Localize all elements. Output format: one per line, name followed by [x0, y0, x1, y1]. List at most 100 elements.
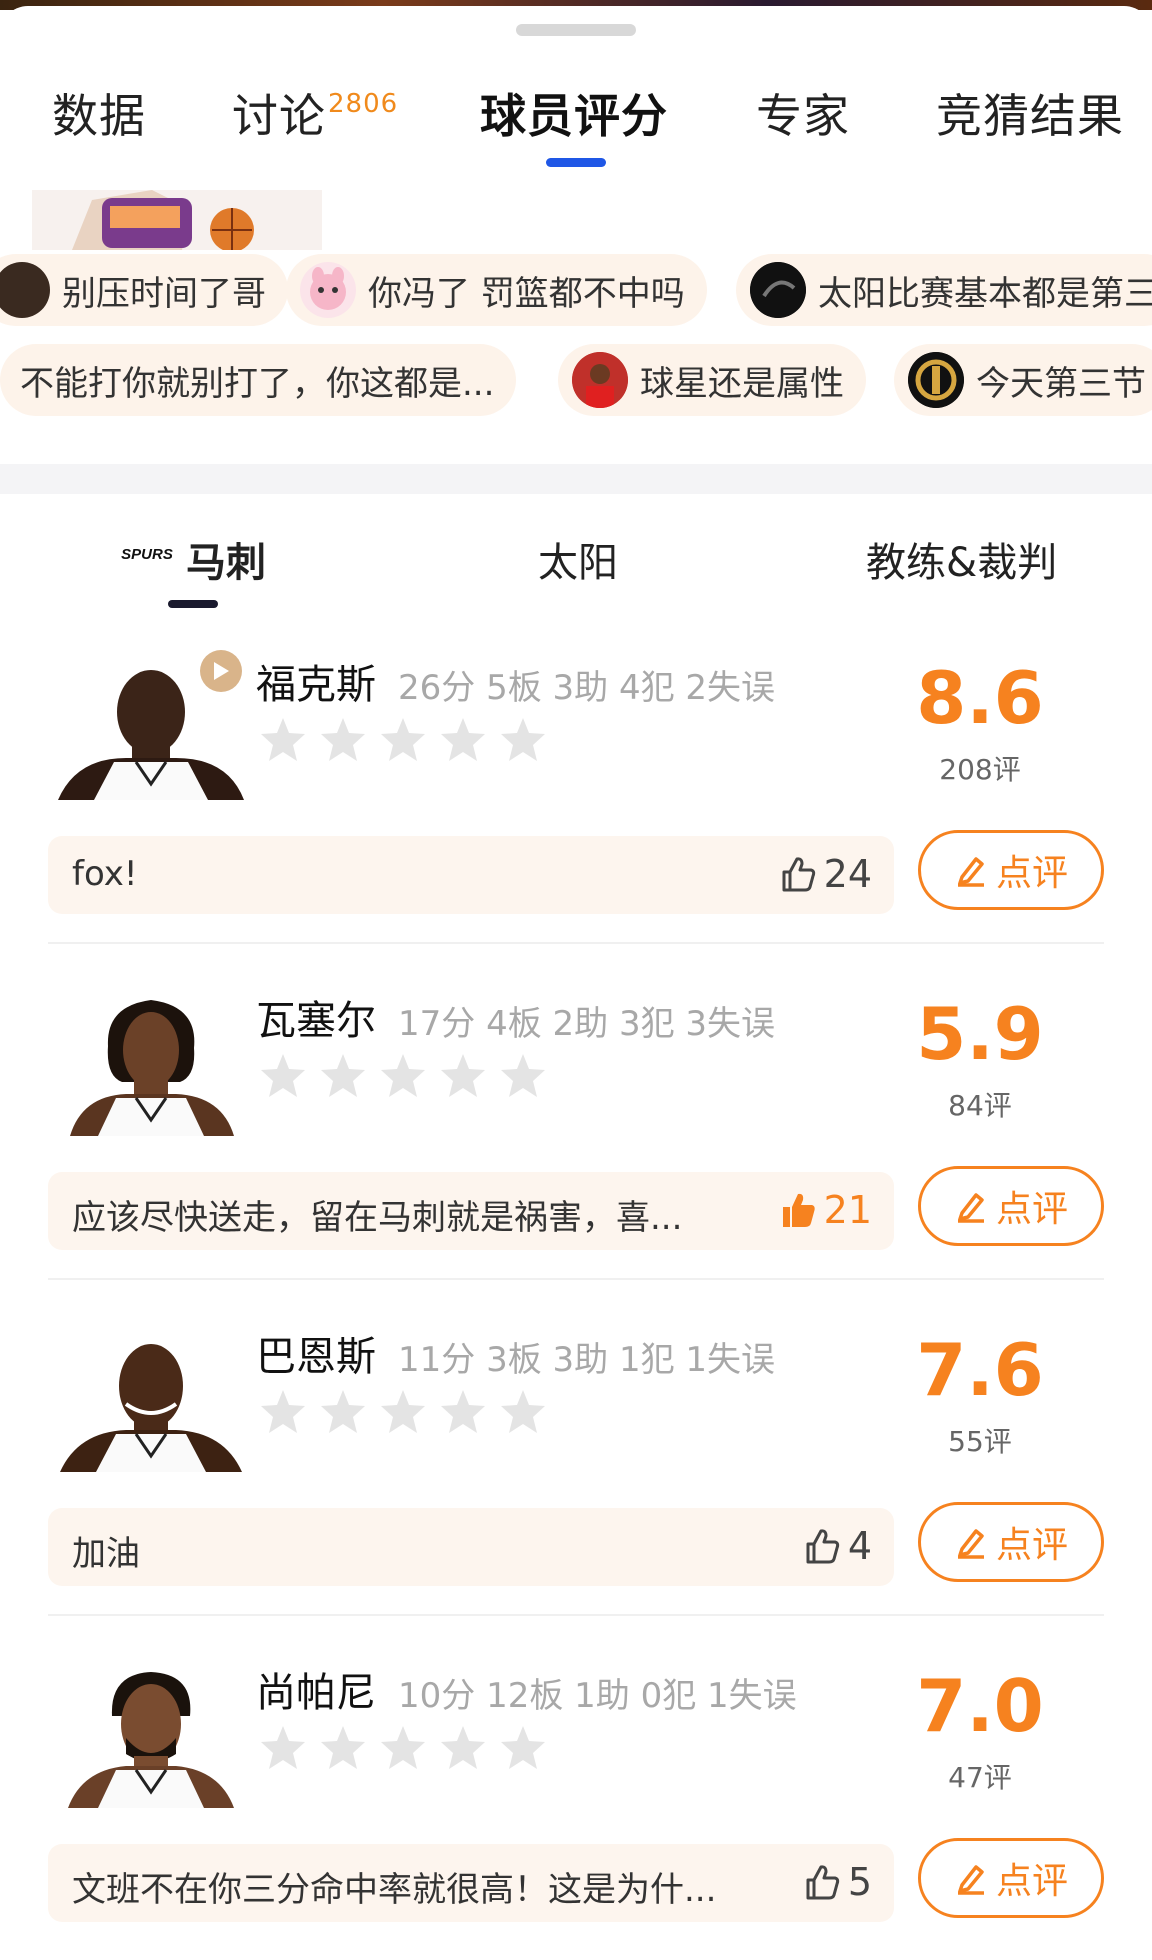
tab-experts-label: 专家 — [756, 89, 850, 143]
spurs-logo-icon: SPURS — [116, 537, 178, 567]
thumbs-up-icon — [806, 1529, 839, 1564]
review-button[interactable]: 点评 — [918, 1502, 1104, 1582]
review-count: 55评 — [948, 1425, 1012, 1458]
star-icon[interactable] — [318, 1052, 368, 1100]
player-row: 巴恩斯 11分 3板 3助 1犯 1失误 7.6 55评 加油 4 点评 — [0, 1312, 1152, 1648]
like-button[interactable]: 24 — [778, 852, 872, 896]
tab-team-suns-label: 太阳 — [538, 540, 618, 586]
barrage-chip[interactable]: 你冯了 罚篮都不中吗 — [286, 254, 707, 326]
star-icon[interactable] — [318, 1388, 368, 1436]
player-name: 尚帕尼 — [256, 1670, 376, 1716]
player-stats: 17分 4板 2助 3犯 3失误 — [398, 1004, 776, 1044]
player-score: 8.6 — [916, 656, 1044, 740]
like-count: 4 — [847, 1524, 872, 1568]
player-score: 7.6 — [916, 1328, 1044, 1412]
barrage-text: 今天第三节 — [976, 363, 1146, 404]
review-button[interactable]: 点评 — [918, 830, 1104, 910]
like-count: 5 — [847, 1860, 872, 1904]
star-icon[interactable] — [318, 716, 368, 764]
star-icon[interactable] — [378, 1052, 428, 1100]
player-avatar — [56, 986, 246, 1136]
player-score: 5.9 — [916, 992, 1044, 1076]
tab-team-suns[interactable]: 太阳 — [538, 530, 618, 588]
star-icon[interactable] — [378, 716, 428, 764]
like-button[interactable]: 5 — [802, 1860, 872, 1904]
tab-team-spurs-label: 马刺 — [186, 540, 266, 586]
edit-pen-icon — [957, 1529, 984, 1559]
tab-discussion[interactable]: 讨论2806 — [232, 80, 398, 146]
barrage-chip[interactable]: 球星还是属性 — [558, 344, 866, 416]
drag-handle[interactable] — [516, 24, 636, 36]
star-icon[interactable] — [378, 1388, 428, 1436]
review-count: 47评 — [948, 1761, 1012, 1794]
tab-quiz-results[interactable]: 竞猜结果 — [936, 80, 1124, 146]
star-icon[interactable] — [438, 1052, 488, 1100]
like-count: 21 — [823, 1188, 872, 1232]
star-icon[interactable] — [258, 1724, 308, 1772]
review-button-label: 点评 — [995, 1189, 1068, 1230]
barrage-area: 别压时间了哥 你冯了 罚篮都不中吗 太阳比赛基本都是第三 不能打你就别打了，你这… — [0, 190, 1152, 430]
top-comment[interactable]: 加油 4 — [48, 1508, 894, 1586]
like-button[interactable]: 4 — [802, 1524, 872, 1568]
player-score: 7.0 — [916, 1664, 1044, 1748]
rating-stars[interactable] — [258, 716, 548, 764]
star-icon[interactable] — [498, 1052, 548, 1100]
tab-player-ratings[interactable]: 球员评分 — [480, 80, 668, 146]
review-count: 84评 — [948, 1089, 1012, 1122]
star-icon[interactable] — [378, 1724, 428, 1772]
comment-text: 应该尽快送走，留在马刺就是祸害，喜... — [72, 1198, 683, 1238]
tab-data[interactable]: 数据 — [52, 80, 146, 146]
tab-team-spurs[interactable]: 马刺 — [186, 530, 266, 588]
review-count: 208评 — [939, 753, 1021, 786]
row-divider — [48, 942, 1104, 944]
tab-quiz-results-label: 竞猜结果 — [936, 89, 1124, 143]
thumbs-up-icon — [782, 857, 815, 892]
tab-coaches-referees[interactable]: 教练&裁判 — [866, 530, 1057, 588]
comment-text: 文班不在你三分命中率就很高！这是为什... — [72, 1870, 717, 1910]
review-button-label: 点评 — [995, 1861, 1068, 1902]
thumbs-up-filled-icon — [782, 1193, 815, 1227]
review-button[interactable]: 点评 — [918, 1838, 1104, 1918]
rating-stars[interactable] — [258, 1052, 548, 1100]
star-icon[interactable] — [258, 1052, 308, 1100]
player-stats: 11分 3板 3助 1犯 1失误 — [398, 1340, 776, 1380]
star-icon[interactable] — [438, 1388, 488, 1436]
star-icon[interactable] — [258, 1388, 308, 1436]
top-comment[interactable]: 文班不在你三分命中率就很高！这是为什... 5 — [48, 1844, 894, 1922]
barrage-chip[interactable]: 别压时间了哥 — [0, 254, 288, 326]
row-divider — [48, 1614, 1104, 1616]
star-icon[interactable] — [258, 716, 308, 764]
active-tab-indicator — [546, 158, 606, 167]
top-comment[interactable]: 应该尽快送走，留在马刺就是祸害，喜... 21 — [48, 1172, 894, 1250]
user-avatar — [300, 262, 356, 318]
player-row: 瓦塞尔 17分 4板 2助 3犯 3失误 5.9 84评 应该尽快送走，留在马刺… — [0, 976, 1152, 1312]
tab-player-ratings-label: 球员评分 — [480, 89, 668, 143]
rating-stars[interactable] — [258, 1724, 548, 1772]
star-icon[interactable] — [498, 1724, 548, 1772]
user-avatar — [0, 262, 50, 318]
player-avatar — [56, 1658, 246, 1808]
tab-discussion-label: 讨论 — [232, 89, 326, 143]
player-name: 瓦塞尔 — [256, 998, 376, 1044]
barrage-chip[interactable]: 太阳比赛基本都是第三 — [736, 254, 1152, 326]
star-icon[interactable] — [438, 716, 488, 764]
user-avatar — [572, 352, 628, 408]
top-comment[interactable]: fox! 24 — [48, 836, 894, 914]
like-button[interactable]: 21 — [778, 1188, 872, 1232]
star-icon[interactable] — [438, 1724, 488, 1772]
barrage-text: 别压时间了哥 — [62, 273, 266, 314]
star-icon[interactable] — [318, 1724, 368, 1772]
spurs-logo-text: SPURS — [121, 546, 173, 563]
player-name: 巴恩斯 — [256, 1334, 376, 1380]
review-button[interactable]: 点评 — [918, 1166, 1104, 1246]
edit-pen-icon — [957, 857, 984, 887]
tab-experts[interactable]: 专家 — [756, 80, 850, 146]
rating-stars[interactable] — [258, 1388, 548, 1436]
play-video-icon[interactable] — [200, 650, 242, 692]
barrage-chip[interactable]: 今天第三节 — [894, 344, 1152, 416]
star-icon[interactable] — [498, 1388, 548, 1436]
barrage-chip[interactable]: 不能打你就别打了，你这都是... — [0, 344, 517, 416]
player-row: 福克斯 26分 5板 3助 4犯 2失误 8.6 208评 fox! 24 点评 — [0, 640, 1152, 976]
section-divider — [0, 464, 1152, 494]
star-icon[interactable] — [498, 716, 548, 764]
